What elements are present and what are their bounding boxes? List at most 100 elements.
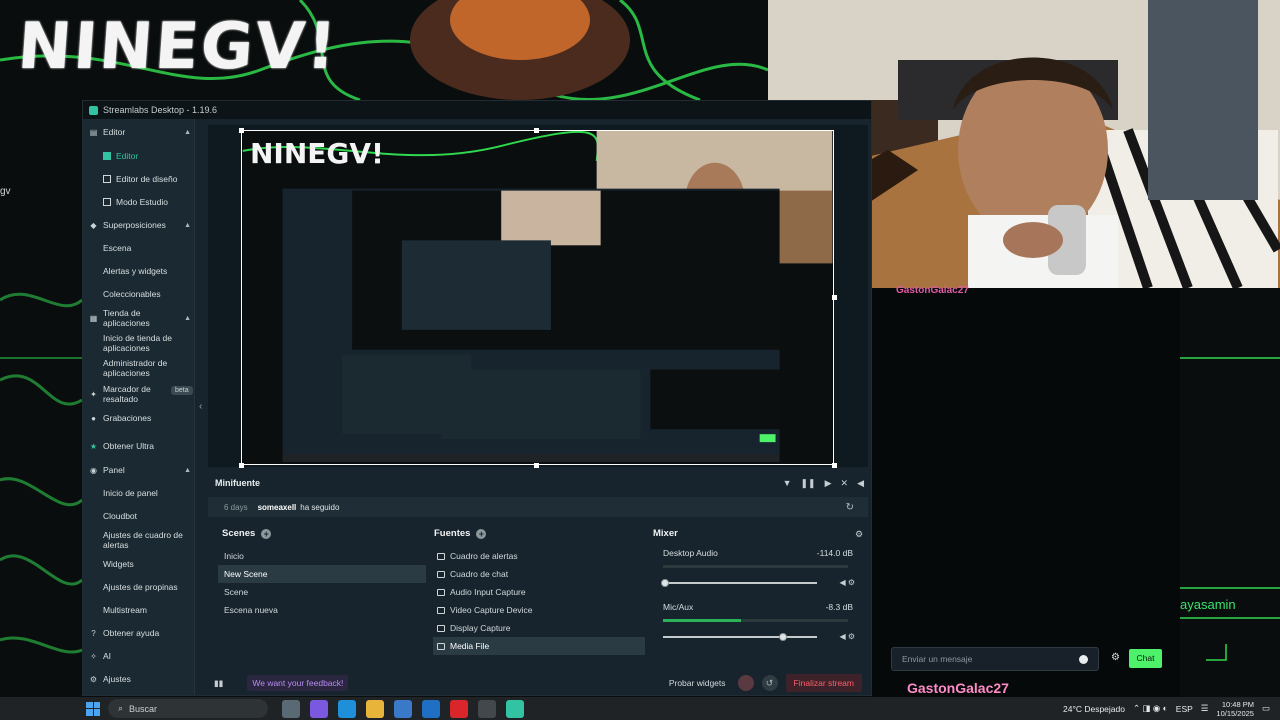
opera-icon[interactable] — [450, 699, 468, 718]
chat-settings-icon[interactable]: ⚙ — [1111, 652, 1120, 663]
streamlabs-app-icon[interactable] — [506, 699, 524, 718]
resize-handle[interactable] — [239, 463, 244, 468]
emote-icon[interactable] — [1079, 654, 1088, 664]
nav-item-settings[interactable]: ⚙ Ajustes — [89, 674, 191, 684]
resize-handle[interactable] — [534, 128, 539, 133]
filter-icon[interactable]: ▼ — [783, 478, 792, 489]
clock[interactable]: 10:48 PM 10/15/2025 — [1216, 700, 1254, 718]
refresh-icon[interactable]: ↻ — [846, 502, 854, 513]
store-app-icon[interactable] — [394, 699, 412, 718]
nav-group-label: Obtener Ultra — [103, 441, 155, 451]
replay-button[interactable]: ↺ — [761, 675, 778, 691]
outlook-icon[interactable] — [422, 699, 440, 718]
nav-item-ai[interactable]: ✧ AI — [89, 651, 191, 661]
add-source-button[interactable]: + — [476, 528, 487, 539]
taskbar-apps — [282, 699, 524, 718]
resize-handle[interactable] — [534, 463, 539, 468]
nav-item-app-manager[interactable]: Administrador de aplicaciones — [103, 358, 189, 378]
volume-slider[interactable] — [663, 633, 817, 641]
stream-preview[interactable]: NINEGV! — [208, 125, 868, 468]
task-view-icon[interactable] — [282, 699, 300, 718]
nav-item-coleccionables[interactable]: Coleccionables — [103, 289, 189, 299]
chat-send-button[interactable]: Chat — [1129, 649, 1162, 668]
network-icon[interactable]: ☰ — [1201, 703, 1209, 714]
volume-knob[interactable] — [661, 579, 669, 587]
nav-item-alert-settings[interactable]: Ajustes de cuadro de alertas — [103, 530, 189, 550]
nav-item-ultra[interactable]: ★ Obtener Ultra — [89, 441, 191, 451]
notification-icon[interactable]: ▭ — [1262, 703, 1270, 714]
nav-item-cloudbot[interactable]: Cloudbot — [103, 511, 189, 521]
nav-group-panel[interactable]: ◉ Panel ▲ — [89, 465, 191, 475]
nav-item-store-home[interactable]: Inicio de tienda de aplicaciones — [103, 333, 189, 353]
chevron-up-icon: ▲ — [184, 128, 191, 136]
nav-item-recordings[interactable]: ● Grabaciones — [89, 413, 191, 423]
nav-item-label: Cloudbot — [103, 511, 138, 521]
scene-item[interactable]: Inicio — [218, 547, 426, 565]
highlighter-icon: ✦ — [90, 389, 97, 399]
pause-icon[interactable]: ❚❚ — [801, 478, 816, 489]
language-indicator[interactable]: ESP — [1176, 704, 1193, 714]
source-label: Cuadro de chat — [450, 569, 509, 579]
resize-handle[interactable] — [832, 463, 837, 468]
weather-widget[interactable]: 24°C Despejado — [1063, 704, 1125, 714]
scene-item[interactable]: New Scene — [218, 565, 426, 583]
end-stream-button[interactable]: Finalizar stream — [785, 674, 862, 692]
collapse-sidebar-icon[interactable]: ‹ — [199, 401, 202, 412]
display-capture-icon — [437, 624, 445, 632]
mute-icon[interactable]: ◀ ⚙ — [839, 632, 855, 641]
nav-item-help[interactable]: ? Obtener ayuda — [89, 628, 191, 638]
steam-icon[interactable] — [478, 699, 496, 718]
source-item[interactable]: Cuadro de alertas — [433, 547, 645, 565]
nav-item-widgets[interactable]: Widgets — [103, 559, 189, 569]
nav-item-tip-settings[interactable]: Ajustes de propinas — [103, 582, 189, 592]
skip-icon[interactable]: ▶ — [825, 478, 832, 489]
volume-slider[interactable] — [661, 579, 817, 587]
resize-handle[interactable] — [239, 128, 244, 133]
sidebar: ▤ Editor ▲ Editor Editor de diseño Modo … — [83, 119, 195, 695]
studio-icon — [103, 198, 111, 206]
nav-group-label: Editor — [103, 127, 126, 137]
source-item[interactable]: Media File — [433, 637, 645, 655]
test-widgets-button[interactable]: Probar widgets — [669, 678, 726, 688]
stats-icon[interactable]: ▮▮ — [214, 678, 223, 689]
event-user[interactable]: someaxell — [258, 503, 297, 512]
nav-item-studio-mode[interactable]: Modo Estudio — [103, 197, 189, 207]
scene-item[interactable]: Scene — [218, 583, 426, 601]
mute-alerts-icon[interactable]: ✕ — [841, 478, 849, 489]
nav-group-editor[interactable]: ▤ Editor ▲ — [89, 127, 191, 137]
chat-input[interactable]: Enviar un mensaje — [891, 647, 1099, 671]
window-titlebar[interactable]: Streamlabs Desktop - 1.19.6 — [83, 101, 871, 119]
source-item[interactable]: Cuadro de chat — [433, 565, 645, 583]
edge-icon[interactable] — [338, 699, 356, 718]
feedback-button[interactable]: We want your feedback! — [247, 675, 349, 691]
nav-item-panel-home[interactable]: Inicio de panel — [103, 488, 189, 498]
add-scene-button[interactable]: + — [261, 528, 272, 539]
mixer-settings-icon[interactable]: ⚙ — [855, 529, 863, 540]
volume-knob[interactable] — [779, 633, 787, 641]
volume-icon[interactable]: ◀ — [857, 478, 864, 489]
nav-item-design-editor[interactable]: Editor de diseño — [103, 174, 189, 184]
nav-item-alertas[interactable]: Alertas y widgets — [103, 266, 189, 276]
taskbar-search[interactable]: ⌕ Buscar — [108, 699, 268, 718]
tray-icons[interactable]: ⌃ ◨ ◉ ◐ — [1133, 703, 1168, 714]
source-item[interactable]: Display Capture — [433, 619, 645, 637]
scene-item[interactable]: Escena nueva — [218, 601, 426, 619]
file-explorer-icon[interactable] — [366, 699, 384, 718]
nav-group-overlays[interactable]: ◆ Superposiciones ▲ — [89, 220, 191, 230]
preview-canvas[interactable]: NINEGV! — [241, 130, 834, 465]
mute-icon[interactable]: ◀ ⚙ — [839, 578, 855, 587]
nav-item-escena[interactable]: Escena — [103, 243, 189, 253]
nav-item-highlighter[interactable]: ✦ Marcador de resaltado beta — [89, 384, 193, 404]
nav-item-label: Editor — [116, 151, 139, 161]
record-button[interactable] — [737, 675, 754, 691]
nav-item-multistream[interactable]: Multistream — [103, 605, 189, 615]
windows-start-icon[interactable] — [86, 701, 100, 716]
source-item[interactable]: Audio Input Capture — [433, 583, 645, 601]
source-item[interactable]: Video Capture Device — [433, 601, 645, 619]
nav-item-label: Escena — [103, 243, 132, 253]
nav-group-app-store[interactable]: ▦ Tienda de aplicaciones ▲ — [89, 308, 191, 328]
nav-item-editor[interactable]: Editor — [103, 151, 189, 161]
window-title: Streamlabs Desktop - 1.19.6 — [103, 105, 218, 115]
resize-handle[interactable] — [832, 295, 837, 300]
copilot-icon[interactable] — [310, 699, 328, 718]
